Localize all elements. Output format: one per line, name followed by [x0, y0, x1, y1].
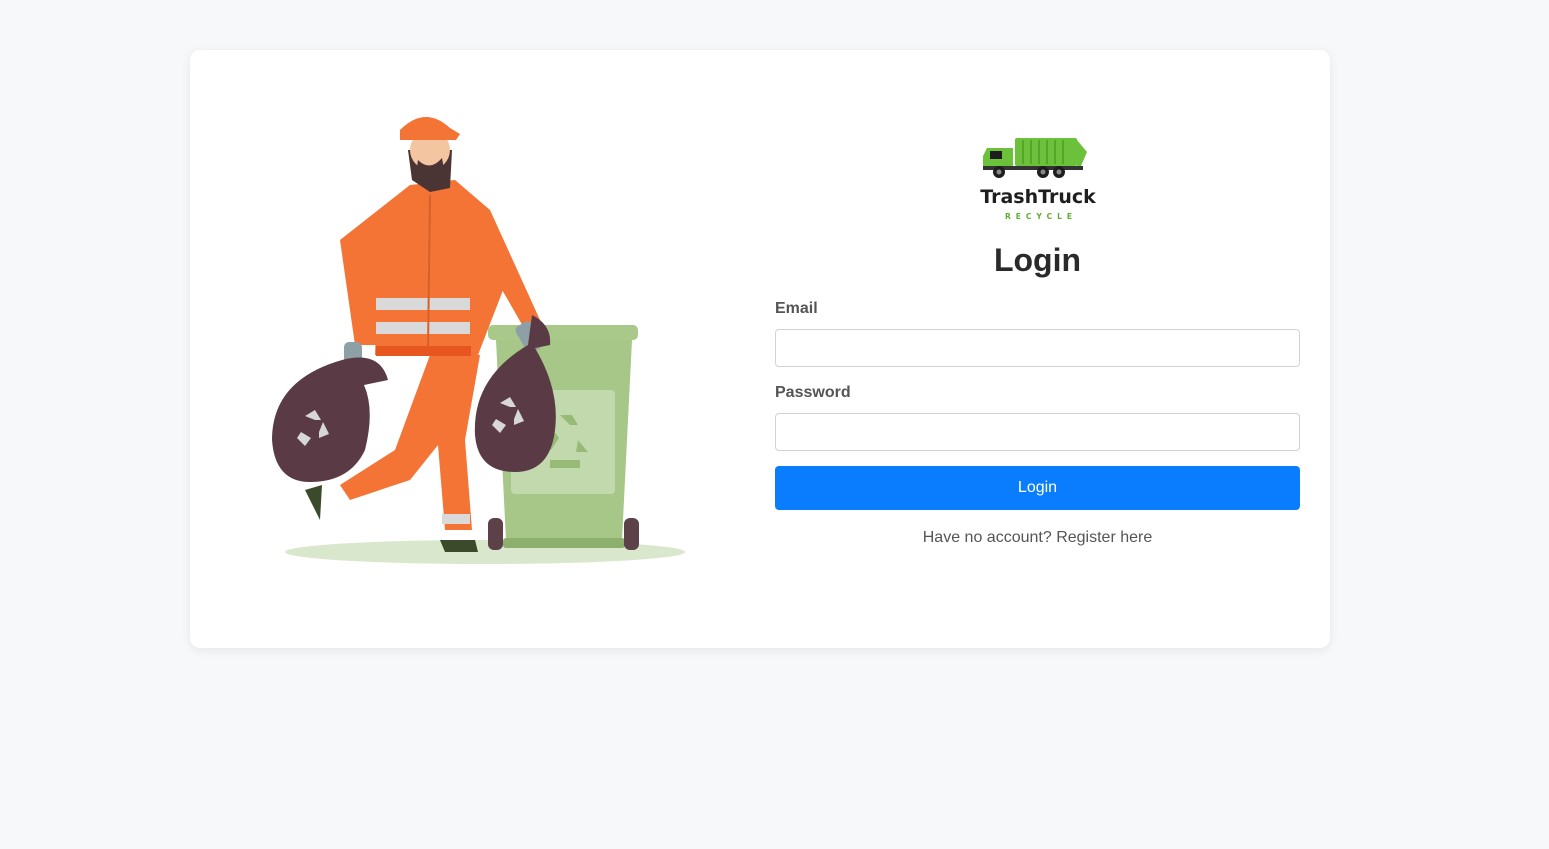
register-link[interactable]: Register here [1056, 529, 1152, 546]
page-title: Login [993, 242, 1082, 278]
password-field[interactable] [775, 413, 1300, 452]
logo-wordmark: TrashTruck [980, 186, 1096, 208]
truck-icon [982, 138, 1087, 178]
garbage-collector-illustration [272, 116, 685, 564]
register-prompt-text: Have no account? [922, 529, 1052, 547]
email-label: Email [775, 300, 818, 318]
login-panel: TrashTruck RECYCLE Login Email Password … [775, 130, 1300, 547]
trashtruck-logo: TrashTruck RECYCLE [980, 138, 1096, 221]
register-prompt: Have no account? Register here [775, 529, 1300, 547]
password-label: Password [775, 384, 851, 402]
logo-tagline: RECYCLE [1005, 212, 1077, 221]
email-field[interactable] [775, 329, 1300, 368]
login-button[interactable]: Login [775, 466, 1300, 511]
